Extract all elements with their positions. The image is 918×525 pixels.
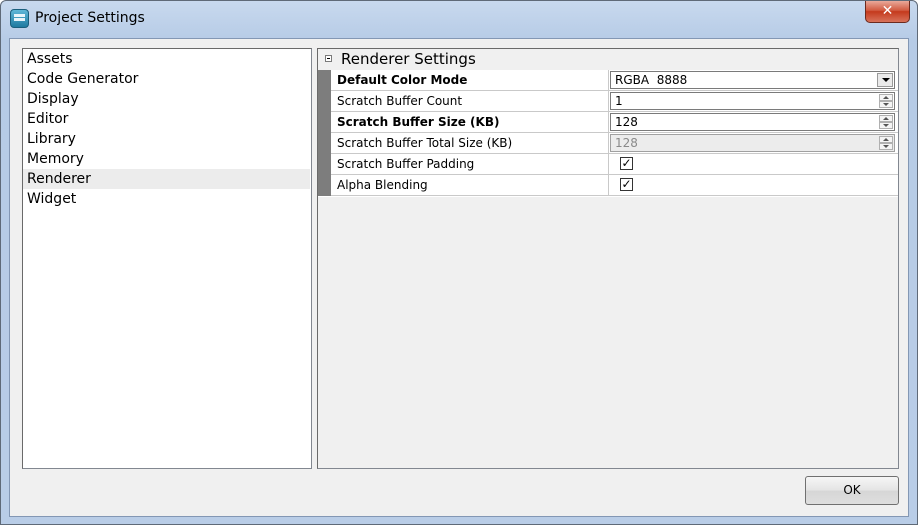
- stepper-buttons: [879, 94, 893, 108]
- property-name: Scratch Buffer Total Size (KB): [337, 136, 513, 150]
- property-name: Alpha Blending: [337, 178, 428, 192]
- property-grid-gutter: [318, 70, 331, 196]
- column-divider[interactable]: [608, 133, 609, 153]
- checkmark-icon: ✓: [621, 156, 632, 170]
- scratch-buffer-size-stepper[interactable]: 128: [610, 113, 895, 131]
- property-pane: Renderer Settings Default Color Mode RGB…: [317, 48, 899, 469]
- app-icon: [10, 9, 29, 28]
- stepper-value[interactable]: 1: [615, 93, 623, 109]
- property-value: 128: [610, 133, 897, 153]
- close-button[interactable]: ✕: [865, 1, 910, 23]
- scratch-buffer-count-stepper[interactable]: 1: [610, 92, 895, 110]
- stepper-buttons: [879, 136, 893, 150]
- spin-up-icon[interactable]: [879, 115, 893, 122]
- chevron-down-icon[interactable]: [877, 73, 893, 87]
- sidebar-item-assets[interactable]: Assets: [23, 49, 310, 69]
- project-settings-window: Project Settings ✕ Assets Code Generator…: [0, 0, 918, 525]
- checkmark-icon: ✓: [621, 177, 632, 191]
- sidebar-item-memory[interactable]: Memory: [23, 149, 310, 169]
- scratch-buffer-total-size-stepper: 128: [610, 134, 895, 152]
- property-row-scratch-buffer-count: Scratch Buffer Count 1: [331, 91, 898, 112]
- property-row-default-color-mode: Default Color Mode RGBA 8888: [331, 70, 898, 91]
- column-divider[interactable]: [608, 154, 609, 174]
- column-divider[interactable]: [608, 175, 609, 195]
- spin-up-icon: [879, 136, 893, 143]
- property-name: Scratch Buffer Size (KB): [337, 115, 500, 129]
- minus-box-icon[interactable]: [325, 55, 332, 62]
- color-mode-dropdown[interactable]: RGBA 8888: [610, 71, 895, 89]
- spin-down-icon[interactable]: [879, 122, 893, 129]
- close-icon: ✕: [881, 3, 894, 19]
- property-value: 1: [610, 91, 897, 111]
- settings-category-list: Assets Code Generator Display Editor Lib…: [22, 48, 312, 469]
- sidebar-item-renderer[interactable]: Renderer: [23, 169, 310, 189]
- property-row-alpha-blending: Alpha Blending ✓: [331, 175, 898, 196]
- spin-down-icon: [879, 143, 893, 150]
- scratch-buffer-padding-checkbox[interactable]: ✓: [620, 157, 633, 170]
- spin-up-icon[interactable]: [879, 94, 893, 101]
- sidebar-item-code-generator[interactable]: Code Generator: [23, 69, 310, 89]
- property-value: ✓: [610, 154, 897, 174]
- window-title: Project Settings: [35, 10, 145, 26]
- column-divider[interactable]: [608, 70, 609, 90]
- sidebar-item-editor[interactable]: Editor: [23, 109, 310, 129]
- property-name: Default Color Mode: [337, 73, 468, 87]
- stepper-buttons: [879, 115, 893, 129]
- title-bar[interactable]: Project Settings ✕: [1, 1, 917, 37]
- sidebar-item-display[interactable]: Display: [23, 89, 310, 109]
- category-header: Renderer Settings: [318, 49, 898, 70]
- column-divider[interactable]: [608, 112, 609, 132]
- property-row-scratch-buffer-total-size: Scratch Buffer Total Size (KB) 128: [331, 133, 898, 154]
- ok-button[interactable]: OK: [805, 476, 899, 505]
- category-title: Renderer Settings: [341, 50, 476, 68]
- property-name: Scratch Buffer Count: [337, 94, 463, 108]
- property-row-scratch-buffer-size: Scratch Buffer Size (KB) 128: [331, 112, 898, 133]
- sidebar-item-library[interactable]: Library: [23, 129, 310, 149]
- sidebar-item-widget[interactable]: Widget: [23, 189, 310, 209]
- property-value: ✓: [610, 175, 897, 195]
- property-name: Scratch Buffer Padding: [337, 157, 475, 171]
- property-value: 128: [610, 112, 897, 132]
- dialog-body: Assets Code Generator Display Editor Lib…: [9, 38, 909, 517]
- dropdown-selected-value: RGBA 8888: [615, 73, 688, 87]
- column-divider[interactable]: [608, 91, 609, 111]
- property-grid: Renderer Settings Default Color Mode RGB…: [318, 49, 898, 197]
- stepper-value: 128: [615, 136, 638, 150]
- property-row-scratch-buffer-padding: Scratch Buffer Padding ✓: [331, 154, 898, 175]
- stepper-value[interactable]: 128: [615, 114, 638, 130]
- alpha-blending-checkbox[interactable]: ✓: [620, 178, 633, 191]
- spin-down-icon[interactable]: [879, 101, 893, 108]
- property-value: RGBA 8888: [610, 70, 897, 90]
